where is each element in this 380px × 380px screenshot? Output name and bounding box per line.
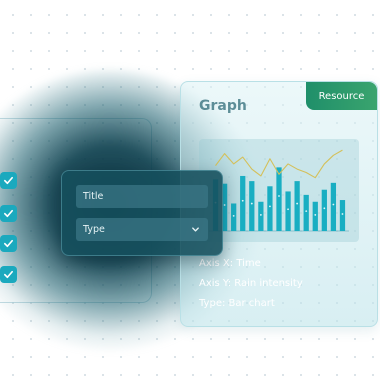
check-icon[interactable] [0,172,17,189]
title-field[interactable]: Title [76,185,208,208]
chart-bar-marker [232,214,235,217]
chart-bar-marker [278,195,280,197]
chart-bar [321,189,327,231]
check-icon[interactable] [0,235,17,252]
chart-area [199,139,359,242]
type-select-label: Type [83,224,105,235]
chart-bar-marker [287,208,289,211]
chart-bar [231,203,237,231]
chart-bar-marker [332,203,335,206]
chart-type-label: Type: Bar chart [199,298,275,309]
chart-bar [249,181,255,231]
axis-y-label: Axis Y: Rain intensity [199,278,303,289]
scene: Graph Resource Axis X: Time Axis Y: Rain… [0,0,380,380]
title-field-label: Title [83,191,104,202]
chart-bar-marker [241,199,244,202]
chart-bar [330,182,337,231]
chart-bar [267,186,273,231]
chart-bar-marker [314,214,317,216]
graph-title: Graph [199,98,247,114]
checklist-item[interactable] [0,172,17,189]
chart-bar-marker [269,205,271,208]
chart-bar [294,181,300,231]
chart-bar-marker [223,204,226,206]
chevron-down-icon [192,227,199,232]
chart-bar-marker [250,202,253,205]
checklist-item[interactable] [0,235,17,252]
chart-bar [258,201,264,231]
chart-form-card: Title Type [61,170,223,256]
bar-chart [209,149,349,232]
chart-bar [303,194,309,231]
check-icon[interactable] [0,205,17,222]
chart-bar-marker [296,202,299,205]
axis-x-label: Axis X: Time [199,258,261,269]
chart-bar [312,201,318,231]
chart-trend-line [215,149,343,179]
chart-bar-marker [323,207,326,210]
type-select[interactable]: Type [76,218,208,241]
check-icon[interactable] [0,266,17,283]
chart-bar [240,175,246,231]
chart-bar-marker [259,214,262,216]
chart-bar-marker [305,210,308,213]
checklist-item[interactable] [0,266,17,283]
resource-button[interactable]: Resource [306,82,377,110]
checklist-item[interactable] [0,205,17,222]
chart-bar-marker [341,213,344,215]
chart-bar [339,200,346,231]
chart-bar [285,191,291,231]
chart-bar [276,167,282,231]
